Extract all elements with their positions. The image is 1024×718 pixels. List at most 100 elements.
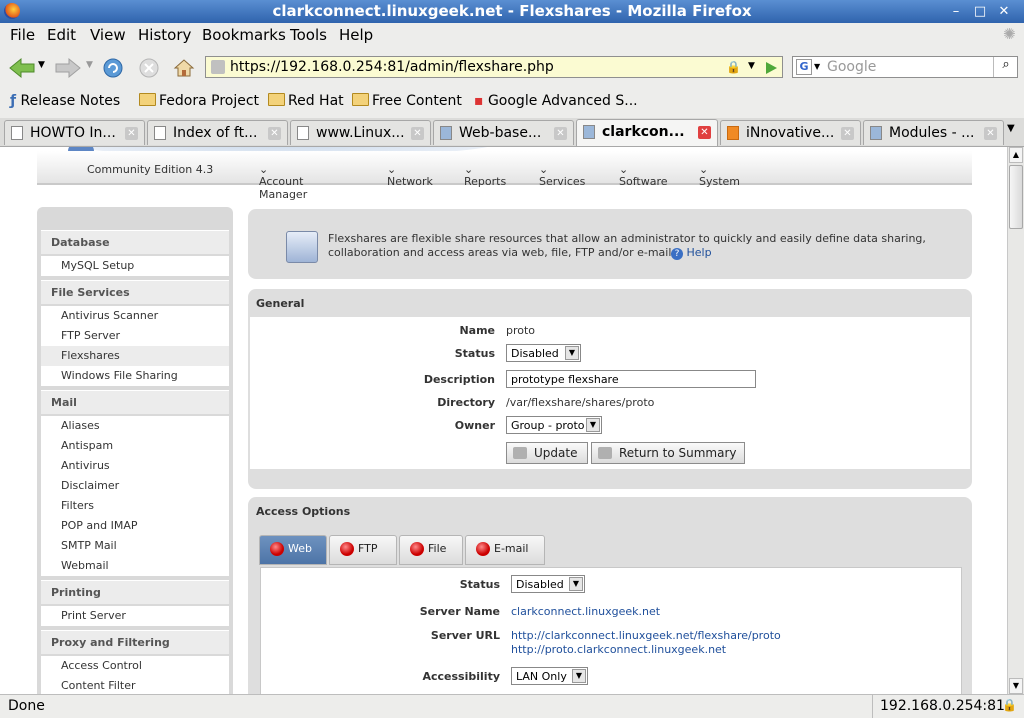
menu-view[interactable]: View	[90, 26, 126, 44]
tab-howto[interactable]: HOWTO In... ✕	[4, 120, 145, 145]
server-name-value: clarkconnect.linuxgeek.net	[511, 605, 661, 618]
bookmark-free-content[interactable]: Free Content	[352, 93, 462, 109]
sidebar-item-flexshares[interactable]: Flexshares	[41, 346, 229, 366]
window-title: clarkconnect.linuxgeek.net - Flexshares …	[272, 2, 752, 20]
scroll-up-icon[interactable]: ▲	[1009, 147, 1023, 163]
description-input[interactable]: prototype flexshare	[506, 370, 756, 388]
sidebar-item-antispam[interactable]: Antispam	[41, 436, 229, 456]
minimize-button[interactable]: –	[947, 3, 965, 20]
menu-history[interactable]: History	[138, 26, 191, 44]
nav-reports[interactable]: Reports ⌄	[464, 163, 506, 188]
close-window-button[interactable]: ✕	[995, 3, 1013, 20]
tab-web[interactable]: Web	[259, 535, 327, 565]
accessibility-select[interactable]: LAN Only ▼	[511, 667, 588, 685]
sidebar-item-webmail[interactable]: Webmail	[41, 556, 229, 576]
lock-icon: 🔒	[726, 60, 741, 74]
go-button[interactable]	[760, 58, 782, 78]
chevron-down-icon: ▼	[572, 669, 586, 683]
bookmark-fedora-project[interactable]: Fedora Project	[139, 93, 259, 109]
sidebar-item-smtp-mail[interactable]: SMTP Mail	[41, 536, 229, 556]
tab-clarkconnect[interactable]: clarkcon... ✕	[576, 119, 718, 146]
status-dot-icon	[340, 542, 354, 556]
sidebar-item-antivirus-scanner[interactable]: Antivirus Scanner	[41, 306, 229, 326]
security-lock-icon[interactable]: 🔒	[1002, 698, 1017, 712]
scroll-down-icon[interactable]: ▼	[1009, 678, 1023, 694]
url-dropdown-icon[interactable]: ▼	[748, 61, 755, 71]
menu-tools[interactable]: Tools	[290, 26, 327, 44]
page-icon	[154, 126, 166, 140]
menu-help[interactable]: Help	[339, 26, 373, 44]
nav-software[interactable]: Software ⌄	[619, 163, 668, 188]
bookmark-red-hat[interactable]: Red Hat	[268, 93, 344, 109]
search-engine-dropdown-icon[interactable]: ▼	[814, 62, 820, 71]
close-tab-icon[interactable]: ✕	[841, 127, 854, 140]
close-tab-icon[interactable]: ✕	[268, 127, 281, 140]
server-url-link-2[interactable]: http://proto.clarkconnect.linuxgeek.net	[511, 643, 726, 656]
tab-list-dropdown-icon[interactable]: ▼	[1007, 123, 1015, 134]
home-icon[interactable]	[173, 57, 195, 79]
close-tab-icon[interactable]: ✕	[984, 127, 997, 140]
sidebar-item-mysql-setup[interactable]: MySQL Setup	[41, 256, 229, 276]
search-input[interactable]: G ▼ Google ⌕	[792, 56, 1018, 78]
nav-network[interactable]: Network ⌄	[387, 163, 433, 188]
back-icon[interactable]	[8, 57, 36, 79]
forward-icon[interactable]	[54, 57, 82, 79]
sidebar-item-print-server[interactable]: Print Server	[41, 606, 229, 626]
return-to-summary-button[interactable]: Return to Summary	[591, 442, 745, 464]
close-tab-icon[interactable]: ✕	[698, 126, 711, 139]
page-icon	[297, 126, 309, 140]
menu-bookmarks[interactable]: Bookmarks	[202, 26, 286, 44]
menu-edit[interactable]: Edit	[47, 26, 76, 44]
sidebar: Database MySQL Setup File Services Antiv…	[37, 207, 233, 694]
help-link[interactable]: ? Help	[671, 246, 712, 260]
sidebar-item-disclaimer[interactable]: Disclaimer	[41, 476, 229, 496]
owner-select[interactable]: Group - proto ▼	[506, 416, 602, 434]
server-url-label: Server URL	[430, 629, 500, 642]
close-tab-icon[interactable]: ✕	[411, 127, 424, 140]
nav-account-manager[interactable]: Account Manager ⌄	[259, 163, 307, 201]
menu-file[interactable]: File	[10, 26, 35, 44]
tab-innovative[interactable]: iNnovative... ✕	[720, 120, 861, 145]
url-text[interactable]: https://192.168.0.254:81/admin/flexshare…	[230, 59, 554, 75]
general-heading: General	[256, 297, 305, 310]
tab-www-linux[interactable]: www.Linux... ✕	[290, 120, 431, 145]
back-history-dropdown-icon[interactable]: ▼	[38, 60, 45, 70]
reload-icon[interactable]	[102, 57, 124, 79]
access-status-select[interactable]: Disabled ▼	[511, 575, 585, 593]
sidebar-item-windows-file-sharing[interactable]: Windows File Sharing	[41, 366, 229, 386]
sidebar-item-access-control[interactable]: Access Control	[41, 656, 229, 676]
search-engine-icon[interactable]: G	[796, 59, 812, 75]
tab-ftp[interactable]: FTP	[329, 535, 397, 565]
sidebar-item-ftp-server[interactable]: FTP Server	[41, 326, 229, 346]
server-url-link-1[interactable]: http://clarkconnect.linuxgeek.net/flexsh…	[511, 629, 781, 642]
status-dot-icon	[410, 542, 424, 556]
forward-history-dropdown-icon[interactable]: ▼	[86, 60, 93, 70]
bookmark-release-notes[interactable]: ƒ Release Notes	[10, 93, 120, 109]
edition-label: Community Edition 4.3	[87, 163, 214, 176]
search-go-icon[interactable]: ⌕	[993, 57, 1018, 77]
close-tab-icon[interactable]: ✕	[125, 127, 138, 140]
tab-file[interactable]: File	[399, 535, 463, 565]
tab-email[interactable]: E-mail	[465, 535, 545, 565]
sidebar-item-aliases[interactable]: Aliases	[41, 416, 229, 436]
sidebar-item-filters[interactable]: Filters	[41, 496, 229, 516]
tab-modules[interactable]: Modules - ... ✕	[863, 120, 1004, 145]
sidebar-item-pop-and-imap[interactable]: POP and IMAP	[41, 516, 229, 536]
status-select[interactable]: Disabled ▼	[506, 344, 581, 362]
nav-system[interactable]: System ⌄	[699, 163, 740, 188]
sidebar-item-content-filter[interactable]: Content Filter	[41, 676, 229, 694]
vertical-scrollbar[interactable]: ▲ ▼	[1007, 147, 1024, 694]
tab-index-of-ft[interactable]: Index of ft... ✕	[147, 120, 288, 145]
nav-services[interactable]: Services ⌄	[539, 163, 585, 188]
maximize-button[interactable]: □	[971, 3, 989, 20]
tab-web-base[interactable]: Web-base... ✕	[433, 120, 574, 145]
url-bar[interactable]: https://192.168.0.254:81/admin/flexshare…	[205, 56, 783, 78]
close-tab-icon[interactable]: ✕	[554, 127, 567, 140]
sidebar-item-antivirus[interactable]: Antivirus	[41, 456, 229, 476]
access-options-panel: Access Options Web FTP File E-mail Statu…	[248, 497, 972, 694]
site-identity-icon[interactable]	[211, 60, 225, 74]
bookmark-google-advanced[interactable]: ▪ Google Advanced S...	[474, 93, 638, 109]
scrollbar-thumb[interactable]	[1009, 165, 1023, 229]
update-button[interactable]: Update	[506, 442, 588, 464]
stop-icon[interactable]	[138, 57, 160, 79]
